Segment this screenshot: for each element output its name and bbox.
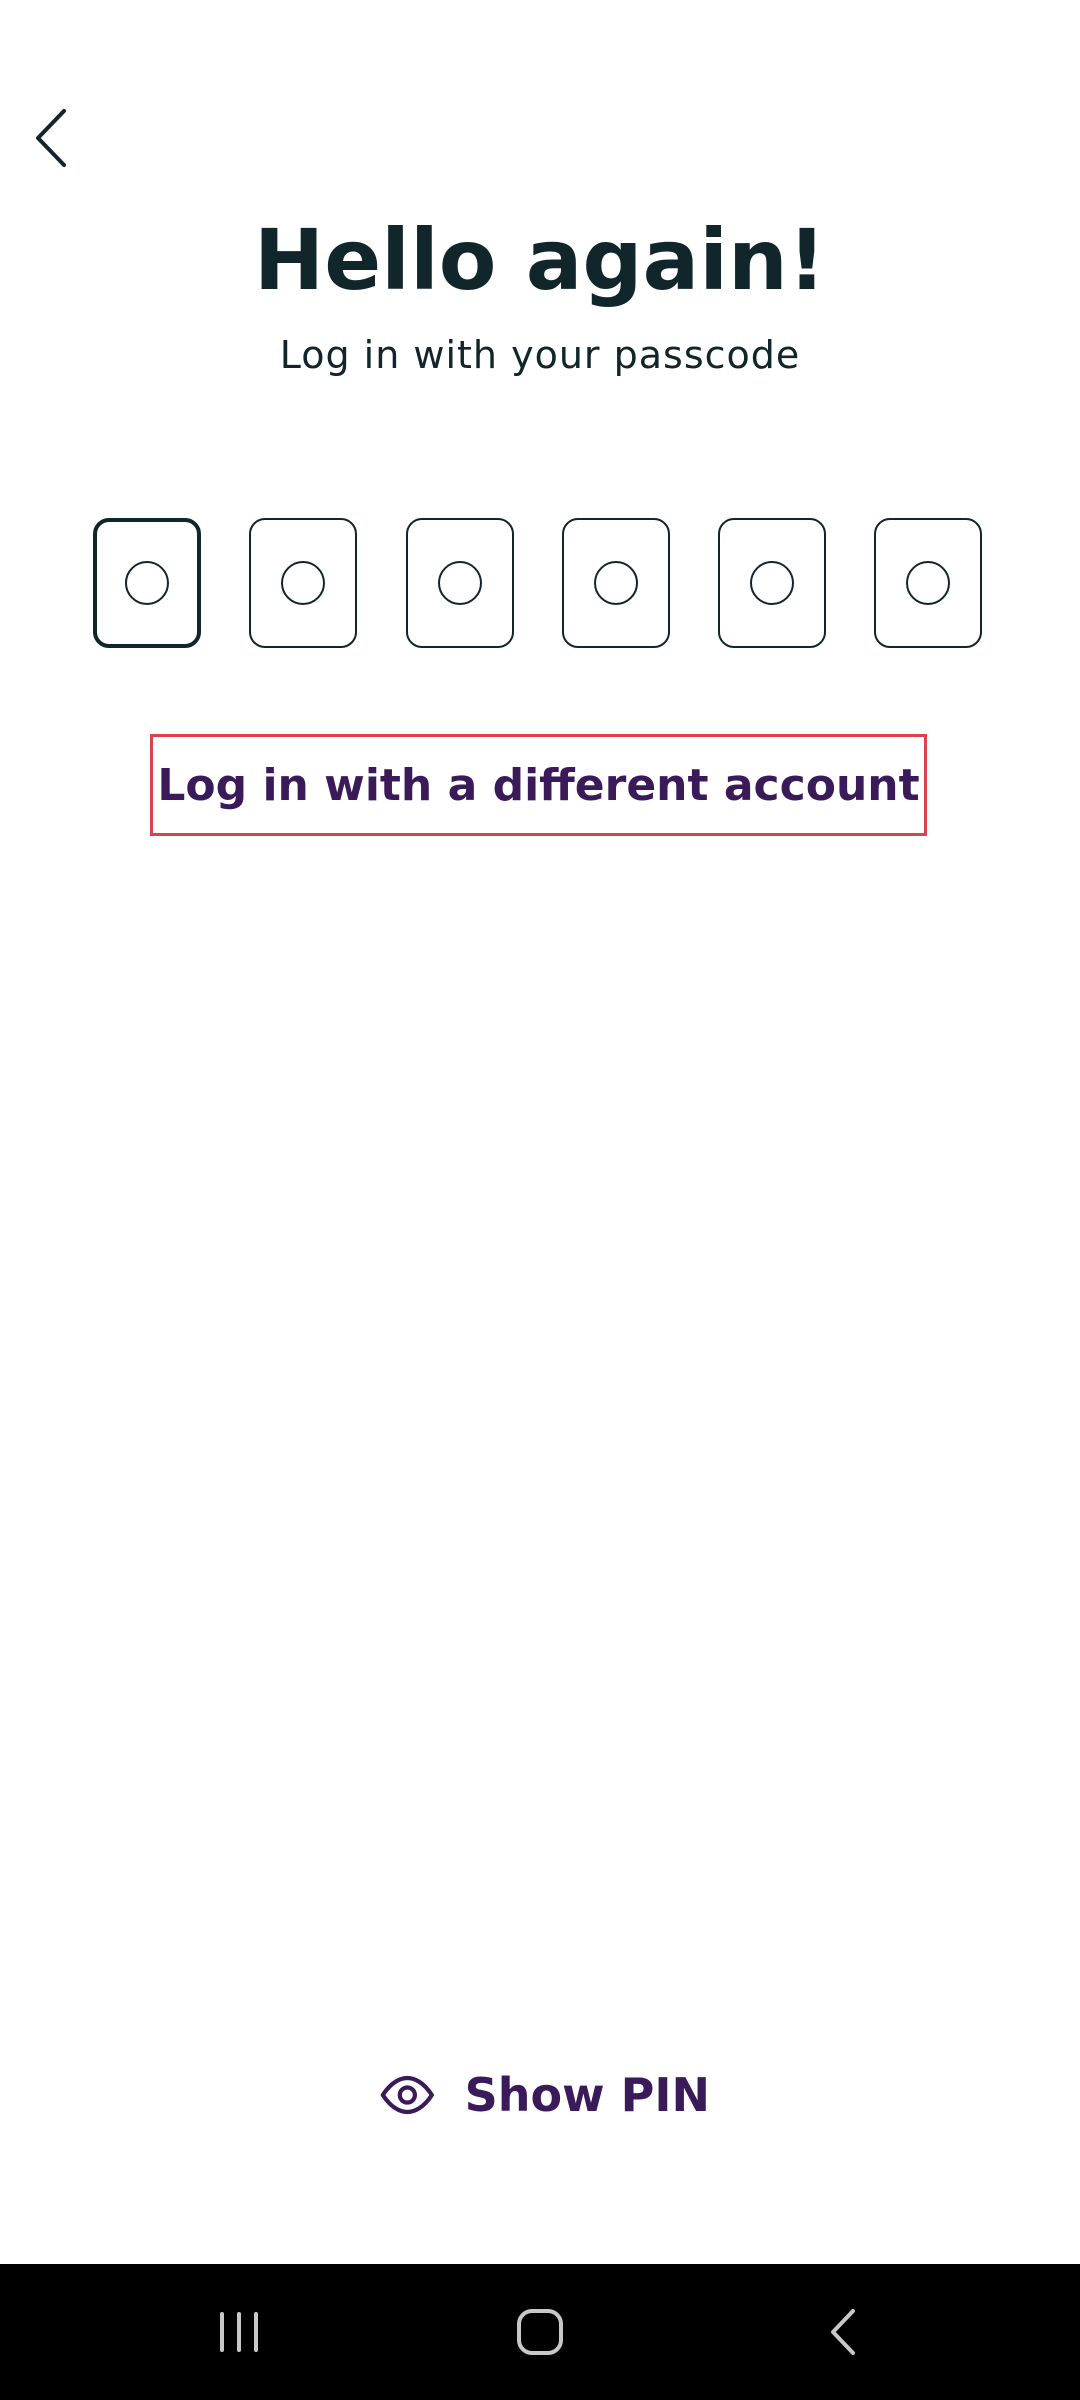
pin-digit-box-6[interactable] [874,518,982,648]
pin-dot-empty [594,561,638,605]
different-account-button[interactable]: Log in with a different account [150,734,927,836]
eye-icon [380,2075,434,2115]
pin-digit-box-1[interactable] [93,518,201,648]
recents-icon [220,2312,258,2352]
home-button[interactable] [470,2264,610,2400]
system-back-button[interactable] [773,2264,913,2400]
recents-button[interactable] [169,2264,309,2400]
back-icon [831,2309,855,2355]
back-button[interactable] [22,98,82,178]
system-navigation-bar [0,2264,1080,2400]
pin-digit-box-4[interactable] [562,518,670,648]
pin-digit-box-5[interactable] [718,518,826,648]
chevron-left-icon [36,109,66,167]
pin-digit-box-3[interactable] [406,518,514,648]
pin-dot-empty [750,561,794,605]
page-title: Hello again! [253,211,827,309]
pin-dot-empty [281,561,325,605]
pin-digit-box-2[interactable] [249,518,357,648]
show-pin-label: Show PIN [464,2068,710,2122]
pin-dot-empty [438,561,482,605]
passcode-input[interactable] [93,518,987,652]
home-icon [517,2309,563,2355]
show-pin-button[interactable]: Show PIN [380,2060,710,2130]
pin-dot-empty [906,561,950,605]
pin-dot-empty [125,561,169,605]
page-subtitle: Log in with your passcode [279,333,801,377]
